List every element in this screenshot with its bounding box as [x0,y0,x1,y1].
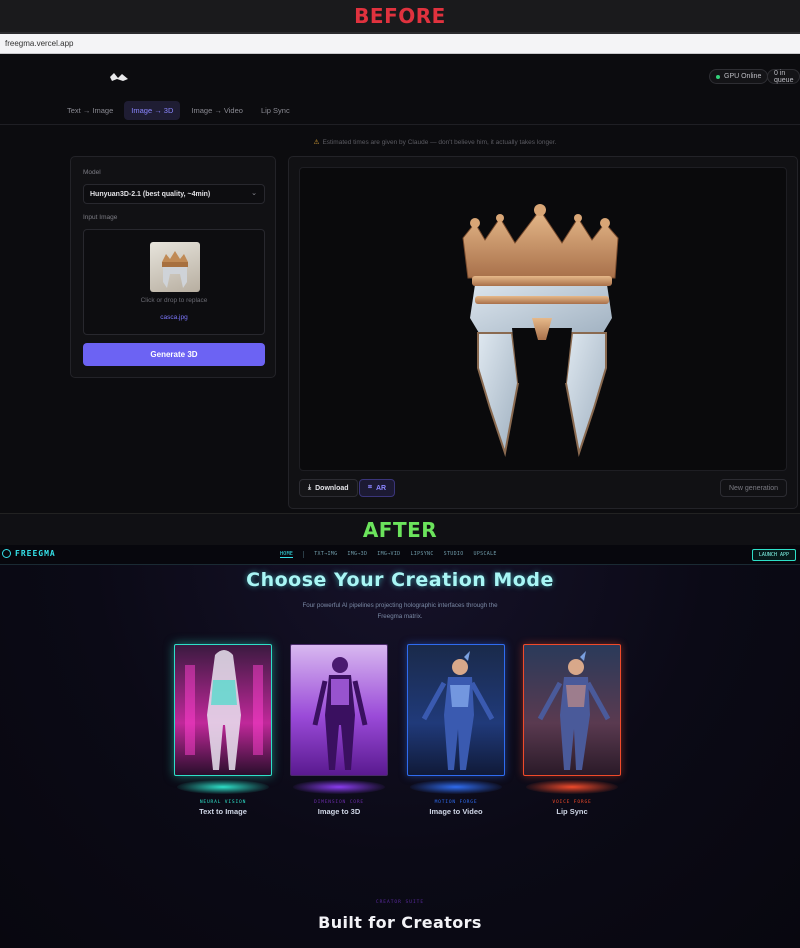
ar-label: AR [375,484,387,492]
tab-image-to-video[interactable]: Image → Video [184,101,250,120]
after-label: AFTER [362,517,438,542]
cyber-figure-image [185,650,263,770]
hologram-pad [410,780,502,794]
divider [0,124,800,125]
chevron-down-icon: ⌄ [251,190,257,197]
section-title: Built for Creators [318,913,482,932]
nav-studio[interactable]: STUDIO [444,551,464,558]
hologram-pad [177,780,269,794]
status-dot-icon [716,74,720,79]
warning-icon: ⚠ [313,139,320,146]
download-label: Download [315,484,349,492]
section-tag: CREATOR SUITE [375,900,425,905]
card-tag: VOICE FORGE [552,800,592,805]
armored-figure-image [421,651,495,770]
address-bar[interactable]: freegma.vercel.app [0,34,800,54]
nav-lipsync[interactable]: LIPSYNC [410,551,433,558]
gpu-status-badge: GPU Online [709,69,769,84]
logo-ring-icon [2,549,11,558]
card-image [174,644,272,776]
before-banner: BEFORE [0,0,800,34]
queue-status-badge: 0 in queue [767,69,800,84]
nav-upscale[interactable]: UPSCALE [474,551,497,558]
card-tag: NEURAL VISION [199,800,247,805]
hologram-pad [293,780,385,794]
nav-img-vid[interactable]: IMG→VID [377,551,400,558]
after-banner: AFTER [0,513,800,545]
card-name: Image to Video [429,807,483,816]
brand-logo[interactable]: FREEGMA [2,549,56,558]
tab-lip-sync[interactable]: Lip Sync [254,101,297,120]
nav-txt-img[interactable]: TXT→IMG [314,551,337,558]
after-app: FREEGMA HOME TXT→IMG IMG→3D IMG→VID LIPS… [0,545,800,948]
3d-model-viewer[interactable] [299,167,787,471]
mode-card-lip-sync[interactable]: VOICE FORGE Lip Sync [523,644,621,816]
hologram-pad [526,780,618,794]
time-notice: ⚠ Estimated times are given by Claude — d… [0,138,800,146]
file-name: casca.jpg [160,314,188,321]
card-image [523,644,621,776]
nav-home[interactable]: HOME [280,551,294,558]
nav-separator [303,551,305,558]
card-image [407,644,505,776]
model-select[interactable]: Hunyuan3D-2.1 (best quality, ~4min) ⌄ [83,184,265,204]
gpu-status-text: GPU Online [724,73,762,80]
nav-links: HOME TXT→IMG IMG→3D IMG→VID LIPSYNC STUD… [280,551,497,558]
model-select-value: Hunyuan3D-2.1 (best quality, ~4min) [90,190,211,198]
image-dropzone[interactable]: Click or drop to replace casca.jpg [83,229,265,335]
hero-title: Choose Your Creation Mode [246,569,554,591]
card-tag: DIMENSION CORE [314,800,364,805]
preview-panel: ⤓ Download ⌗ AR New generation [288,156,798,509]
top-nav: FREEGMA HOME TXT→IMG IMG→3D IMG→VID LIPS… [0,545,800,565]
mode-card-image-to-3d[interactable]: DIMENSION CORE Image to 3D [290,644,388,816]
brand-name: FREEGMA [15,549,56,558]
card-name: Image to 3D [317,807,361,816]
queue-status-text: 0 in queue [774,69,794,84]
mode-card-text-to-image[interactable]: NEURAL VISION Text to Image [174,644,272,816]
mode-card-image-to-video[interactable]: MOTION FORGE Image to Video [407,644,505,816]
card-image [290,644,388,776]
ar-icon: ⌗ [368,484,372,491]
app-logo [110,73,128,81]
input-image-thumbnail [150,242,200,292]
armored-figure-image [537,651,611,770]
generate-3d-button[interactable]: Generate 3D [83,343,265,366]
card-name: Text to Image [199,807,247,816]
tab-image-to-3d[interactable]: Image → 3D [124,101,181,120]
helmet-thumbnail-icon [162,251,188,288]
url-text: freegma.vercel.app [5,39,74,48]
before-label: BEFORE [354,4,446,28]
ar-button[interactable]: ⌗ AR [359,479,396,497]
card-name: Lip Sync [556,807,588,816]
nav-img-3d[interactable]: IMG→3D [347,551,367,558]
launch-app-button[interactable]: LAUNCH APP [751,549,796,561]
before-app: GPU Online 0 in queue Text → Image Image… [0,55,800,513]
download-icon: ⤓ [308,484,312,491]
tab-text-to-image[interactable]: Text → Image [60,101,120,120]
helmet-3d-model [462,204,619,457]
robot-figure-image [312,657,368,770]
hero-subtitle: Four powerful AI pipelines projecting ho… [302,602,498,620]
mode-tabs: Text → Image Image → 3D Image → Video Li… [60,101,297,120]
model-label: Model [83,169,101,176]
notice-text: Estimated times are given by Claude — do… [322,139,557,146]
drop-hint: Click or drop to replace [140,297,208,304]
card-tag: MOTION FORGE [434,800,478,805]
download-button[interactable]: ⤓ Download [299,479,358,497]
input-image-label: Input Image [83,214,118,221]
input-panel: Model Hunyuan3D-2.1 (best quality, ~4min… [70,156,276,378]
new-generation-button[interactable]: New generation [719,479,787,497]
